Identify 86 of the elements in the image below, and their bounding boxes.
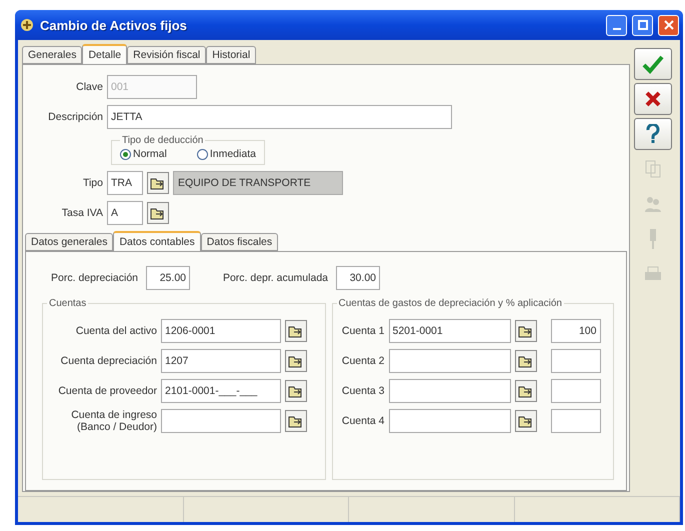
lookup-button[interactable] bbox=[514, 350, 536, 372]
lookup-button[interactable] bbox=[514, 320, 536, 342]
folder-arrow-icon bbox=[288, 414, 304, 428]
folder-arrow-icon bbox=[288, 384, 304, 398]
field-label: Descripción bbox=[47, 111, 103, 123]
tab[interactable]: Datos contables bbox=[113, 231, 201, 251]
close-button[interactable] bbox=[658, 14, 679, 36]
field-label: Cuenta del activo bbox=[74, 325, 157, 337]
toolbar-button[interactable] bbox=[634, 118, 672, 150]
close-icon bbox=[645, 91, 661, 107]
tab[interactable]: Datos generales bbox=[25, 233, 114, 251]
help-icon bbox=[646, 124, 660, 144]
input-field[interactable]: 30.00 bbox=[336, 266, 380, 290]
description-display: EQUIPO DE TRANSPORTE bbox=[173, 171, 343, 195]
field-label: Cuenta 4 bbox=[340, 415, 384, 427]
tab[interactable]: Generales bbox=[22, 46, 82, 64]
percent-field[interactable] bbox=[550, 349, 600, 373]
toolbar-button[interactable] bbox=[634, 83, 672, 115]
field-label: Cuenta 2 bbox=[340, 355, 384, 367]
input-field[interactable] bbox=[388, 379, 510, 403]
field-label: Clave bbox=[75, 81, 103, 93]
input-field[interactable]: JETTA bbox=[107, 105, 452, 129]
tab[interactable]: Revisión fiscal bbox=[127, 46, 206, 64]
input-field[interactable]: 2101-0001-___-___ bbox=[161, 379, 281, 403]
checkmark-icon bbox=[642, 54, 664, 74]
app-icon bbox=[19, 17, 35, 33]
radio-circle[interactable] bbox=[120, 148, 131, 160]
documents-icon bbox=[645, 160, 661, 178]
lookup-button[interactable] bbox=[285, 320, 307, 342]
folder-arrow-icon bbox=[288, 324, 304, 338]
percent-field[interactable]: 100 bbox=[550, 319, 600, 343]
people-icon bbox=[644, 195, 662, 213]
field-label: Porc. depr. acumulada bbox=[222, 272, 328, 284]
radio-label: Normal bbox=[133, 148, 167, 160]
field-label: Cuenta 3 bbox=[340, 385, 384, 397]
input-field[interactable]: 5201-0001 bbox=[388, 319, 510, 343]
field-label: Tasa IVA bbox=[60, 207, 103, 219]
percent-field[interactable] bbox=[550, 409, 600, 433]
field-label: Tipo bbox=[82, 177, 103, 189]
close-icon bbox=[664, 20, 674, 30]
input-field[interactable] bbox=[161, 409, 281, 433]
folder-arrow-icon bbox=[518, 414, 534, 428]
radio-button[interactable]: Inmediata bbox=[196, 148, 256, 160]
lookup-button[interactable] bbox=[285, 410, 307, 432]
folder-arrow-icon bbox=[518, 384, 534, 398]
folder-arrow-icon bbox=[150, 206, 166, 220]
printer-icon bbox=[644, 266, 662, 282]
field-label: Porc. depreciación bbox=[50, 272, 138, 284]
lookup-button[interactable] bbox=[147, 172, 169, 194]
input-field[interactable] bbox=[388, 409, 510, 433]
folder-arrow-icon bbox=[518, 324, 534, 338]
folder-arrow-icon bbox=[150, 176, 166, 190]
lookup-button[interactable] bbox=[514, 410, 536, 432]
radio-button[interactable]: Normal bbox=[120, 148, 167, 160]
field-label: Cuenta depreciación bbox=[60, 355, 157, 367]
tab[interactable]: Datos fiscales bbox=[200, 233, 278, 251]
lookup-button[interactable] bbox=[285, 380, 307, 402]
radio-label: Inmediata bbox=[210, 148, 256, 160]
input-field[interactable]: 25.00 bbox=[146, 266, 190, 290]
minimize-icon bbox=[612, 28, 620, 30]
field-label: Cuenta de ingreso (Banco / Deudor) bbox=[70, 409, 157, 433]
maximize-button[interactable] bbox=[632, 14, 653, 36]
pin-icon bbox=[648, 228, 658, 250]
maximize-icon bbox=[638, 20, 648, 30]
percent-field[interactable] bbox=[550, 379, 600, 403]
input-field[interactable]: A bbox=[107, 201, 143, 225]
lookup-button[interactable] bbox=[147, 202, 169, 224]
group-title: Cuentas de gastos de depreciación y % aplicación bbox=[338, 298, 563, 309]
lookup-button[interactable] bbox=[285, 350, 307, 372]
input-field[interactable]: TRA bbox=[107, 171, 143, 195]
lookup-button[interactable] bbox=[514, 380, 536, 402]
minimize-button[interactable] bbox=[606, 14, 627, 36]
folder-arrow-icon bbox=[518, 354, 534, 368]
group-title: Cuentas bbox=[48, 298, 88, 309]
tab[interactable]: Historial bbox=[206, 46, 256, 64]
folder-arrow-icon bbox=[288, 354, 304, 368]
input-field[interactable]: 1207 bbox=[161, 349, 281, 373]
toolbar-button[interactable] bbox=[634, 48, 672, 80]
input-field[interactable] bbox=[388, 349, 510, 373]
field-label: Cuenta de proveedor bbox=[57, 385, 157, 397]
tab[interactable]: Detalle bbox=[82, 44, 128, 64]
group-title: Tipo de deducción bbox=[121, 135, 204, 146]
input-field[interactable]: 1206-0001 bbox=[161, 319, 281, 343]
radio-circle[interactable] bbox=[196, 148, 208, 160]
field-label: Cuenta 1 bbox=[340, 325, 384, 337]
window-title: Cambio de Activos fijos bbox=[40, 18, 188, 32]
